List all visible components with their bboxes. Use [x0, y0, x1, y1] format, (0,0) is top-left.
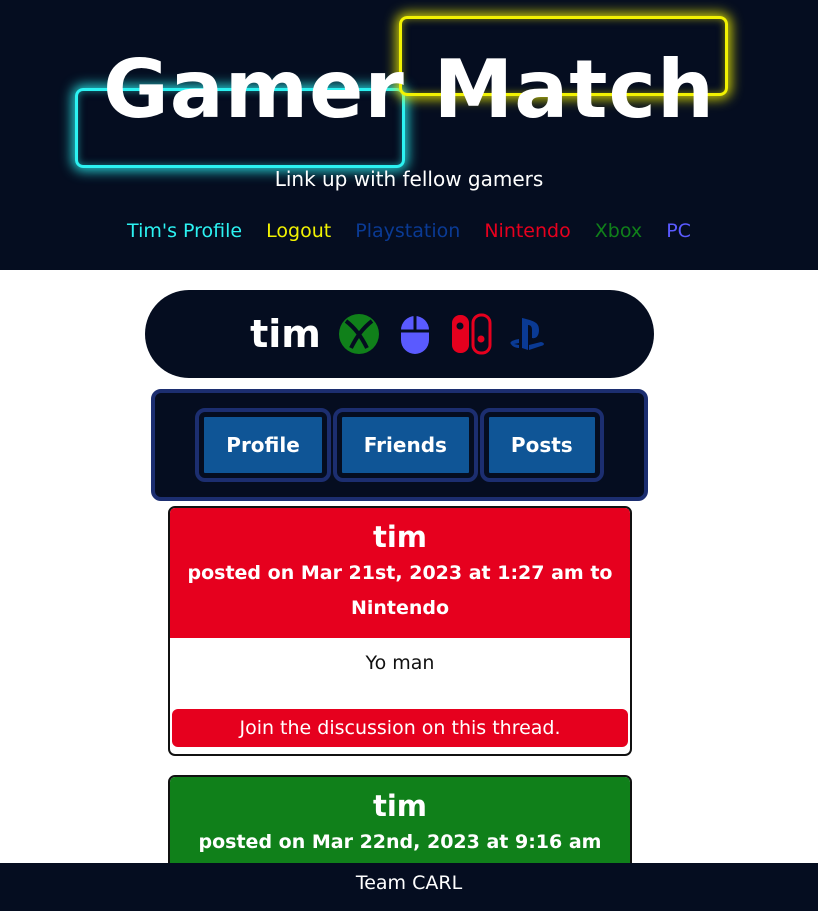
mouse-icon	[393, 312, 437, 356]
tab-posts-button[interactable]: Posts	[479, 408, 604, 482]
nav-link-playstation[interactable]: Playstation	[355, 220, 460, 242]
tab-profile-button[interactable]: Profile	[195, 408, 331, 482]
nav-link-pc[interactable]: PC	[666, 220, 691, 242]
profile-username: tim	[250, 312, 321, 356]
user-profile-banner: tim	[145, 290, 654, 378]
post-body: Yo man	[365, 652, 435, 674]
join-discussion-link[interactable]: Join the discussion on this thread.	[172, 709, 628, 747]
post-author[interactable]: tim	[170, 787, 630, 825]
nav-link-logout[interactable]: Logout	[266, 220, 331, 242]
post-card: tim posted on Mar 21st, 2023 at 1:27 am …	[168, 506, 632, 756]
site-footer: Team CARL	[0, 863, 818, 911]
nav-link-profile[interactable]: Tim's Profile	[127, 220, 242, 242]
nav-link-nintendo[interactable]: Nintendo	[484, 220, 570, 242]
post-author[interactable]: tim	[170, 518, 630, 556]
site-title: Gamer Match	[103, 43, 715, 136]
nintendo-switch-icon	[449, 312, 493, 356]
site-header: Gamer Match Link up with fellow gamers T…	[0, 0, 818, 270]
profile-tab-bar: Profile Friends Posts	[151, 389, 648, 501]
post-header: tim posted on Mar 21st, 2023 at 1:27 am …	[170, 508, 630, 638]
post-meta: posted on Mar 21st, 2023 at 1:27 am to N…	[187, 562, 613, 619]
post-meta: posted on Mar 22nd, 2023 at 9:16 am	[198, 831, 602, 853]
main-nav: Tim's Profile Logout Playstation Nintend…	[0, 218, 818, 244]
site-tagline: Link up with fellow gamers	[274, 167, 544, 191]
tab-friends-button[interactable]: Friends	[332, 408, 478, 482]
playstation-icon	[505, 312, 549, 356]
nav-link-xbox[interactable]: Xbox	[595, 220, 642, 242]
xbox-icon	[337, 312, 381, 356]
